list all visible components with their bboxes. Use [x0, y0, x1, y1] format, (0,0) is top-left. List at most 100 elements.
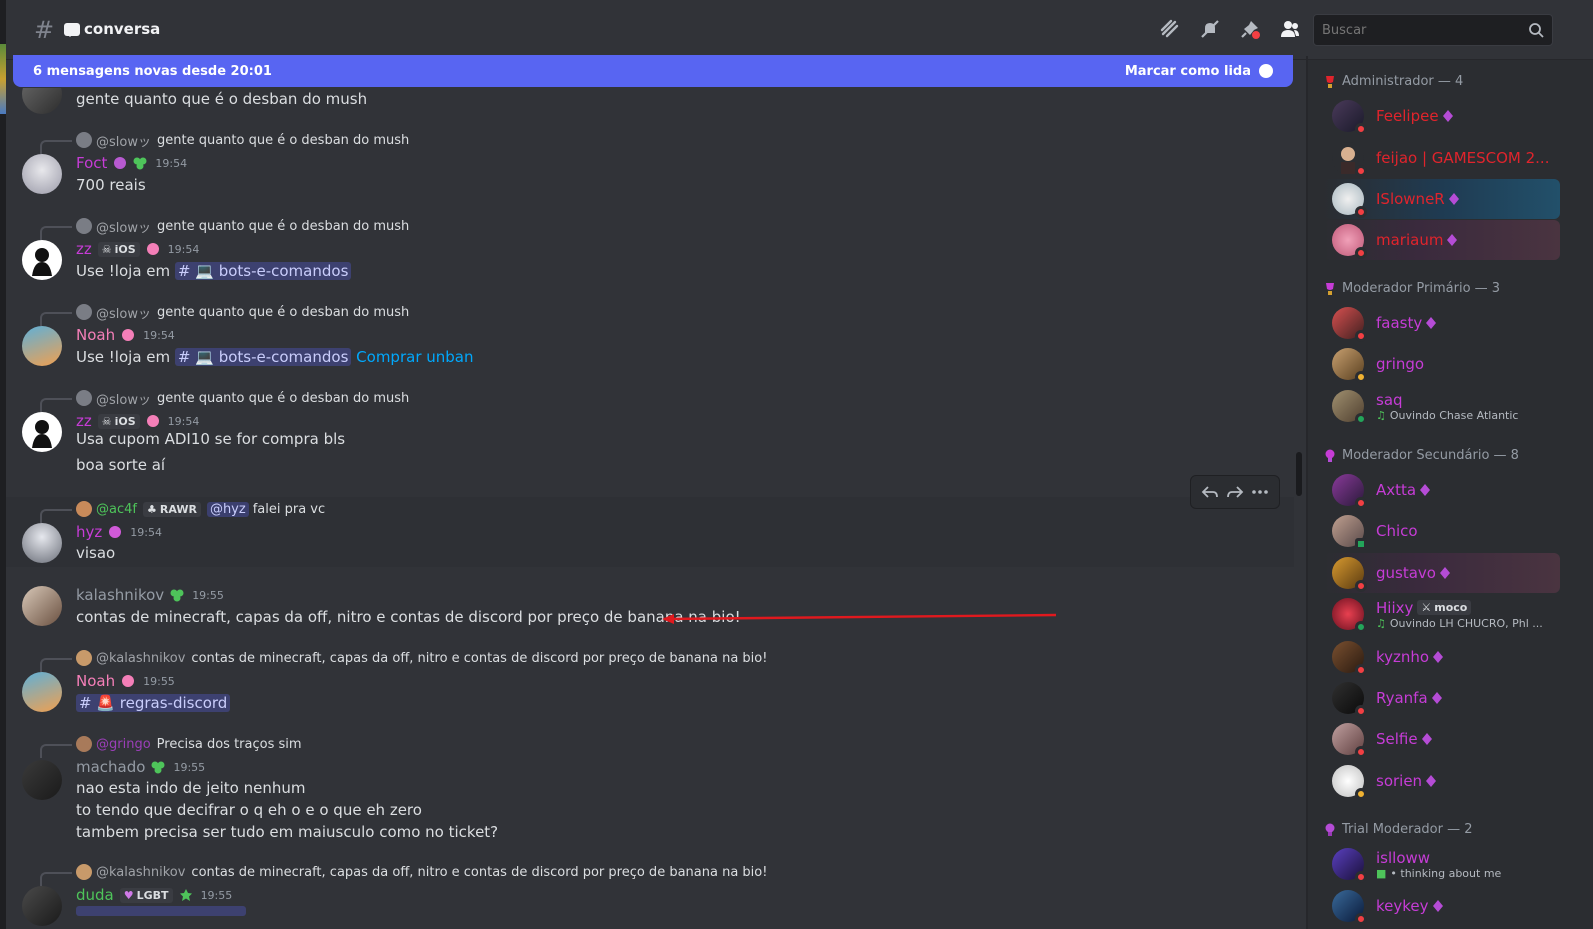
- user-tag: ⚔ moco: [1417, 600, 1472, 615]
- member-avatar: [1332, 100, 1367, 135]
- reply-username[interactable]: @slowッ: [96, 303, 151, 322]
- reply-username[interactable]: @slowッ: [96, 131, 151, 150]
- channel-mention[interactable]: # 💻 bots-e-comandos: [174, 262, 352, 280]
- member-hiixy[interactable]: Hiixy ⚔ moco ♫ Ouvindo LH CHUCRO, Phl ...: [1324, 594, 1560, 634]
- more-icon[interactable]: [1251, 483, 1269, 501]
- reply-username[interactable]: @gringo: [96, 737, 151, 752]
- member-avatar: [1332, 307, 1367, 342]
- username[interactable]: machado: [76, 758, 145, 776]
- reply-preview[interactable]: @gringo Precisa dos traços sim: [40, 734, 302, 758]
- gem-icon: [1426, 775, 1437, 787]
- username[interactable]: duda: [76, 886, 114, 904]
- member-gustavo[interactable]: gustavo: [1324, 553, 1560, 593]
- user-tag: ♣ RAWR: [142, 501, 201, 517]
- avatar[interactable]: [22, 412, 62, 452]
- member-ryanfa[interactable]: Ryanfa: [1324, 678, 1560, 718]
- avatar[interactable]: [22, 672, 62, 712]
- user-mention[interactable]: @hyz: [206, 501, 249, 517]
- trophy-icon: [1325, 823, 1335, 836]
- member-list[interactable]: Administrador — 4 Feelipee feijao | GAME…: [1308, 60, 1593, 929]
- channel-mention[interactable]: [76, 906, 246, 916]
- member-gringo[interactable]: gringo: [1324, 344, 1560, 384]
- mute-bell-icon[interactable]: [1199, 18, 1221, 40]
- scrollbar-thumb[interactable]: [1296, 452, 1302, 496]
- username[interactable]: Noah: [76, 672, 115, 690]
- message-list[interactable]: gente quanto que é o desban do mush @slo…: [6, 88, 1296, 929]
- new-messages-text: 6 mensagens novas desde 20:01: [33, 63, 272, 79]
- message-text: gente quanto que é o desban do mush: [76, 90, 368, 108]
- gem-icon: [1433, 651, 1444, 663]
- member-avatar: [1332, 723, 1367, 758]
- reply-username[interactable]: @kalashnikov: [96, 865, 185, 880]
- avatar[interactable]: [22, 886, 62, 926]
- member-islloww[interactable]: islloww ■ • thinking about me: [1324, 844, 1560, 884]
- pin-icon[interactable]: [1239, 18, 1261, 40]
- channel-hash-icon: #: [34, 16, 55, 44]
- avatar[interactable]: [22, 760, 62, 800]
- channel-header: # conversa: [6, 0, 1593, 60]
- avatar[interactable]: [22, 154, 62, 194]
- username[interactable]: zz: [76, 240, 92, 258]
- reply-preview[interactable]: @slowッ gente quanto que é o desban do mu…: [40, 302, 409, 326]
- reply-text: gente quanto que é o desban do mush: [156, 218, 410, 234]
- member-avatar: [1332, 765, 1367, 800]
- search-box[interactable]: [1313, 14, 1553, 46]
- reply-preview[interactable]: @slowッ gente quanto que é o desban do mu…: [40, 388, 409, 412]
- member-avatar: [1332, 515, 1367, 550]
- reply-preview[interactable]: @kalashnikov contas de minecraft, capas …: [40, 648, 767, 672]
- speech-bubble-icon: [64, 22, 80, 37]
- threads-icon[interactable]: [1159, 18, 1181, 40]
- member-keykey[interactable]: keykey: [1324, 886, 1560, 926]
- reply-icon[interactable]: [1201, 483, 1219, 501]
- avatar[interactable]: [22, 523, 62, 563]
- member-islowner[interactable]: ISlowneR: [1324, 179, 1560, 219]
- member-feijao[interactable]: feijao | GAMESCOM 2...: [1324, 138, 1560, 178]
- gem-icon: [1431, 692, 1442, 704]
- member-saq[interactable]: saq ♫ Ouvindo Chase Atlantic: [1324, 386, 1560, 426]
- member-sorien[interactable]: sorien: [1324, 761, 1560, 801]
- member-feelipee[interactable]: Feelipee: [1324, 96, 1560, 136]
- message-text: contas de minecraft, capas da off, nitro…: [76, 608, 741, 626]
- member-list-icon[interactable]: [1279, 18, 1301, 40]
- avatar[interactable]: [22, 240, 62, 280]
- channel-mention[interactable]: # 🚨 regras-discord: [76, 694, 231, 712]
- member-avatar: [1332, 224, 1367, 259]
- message-actions: [1190, 475, 1280, 509]
- message-text: visao: [76, 544, 116, 562]
- reply-preview[interactable]: @ac4f ♣ RAWR @hyz falei pra vc: [40, 499, 326, 523]
- skull-icon: ☠: [101, 414, 112, 428]
- member-faasty[interactable]: faasty: [1324, 303, 1560, 343]
- username[interactable]: hyz: [76, 523, 102, 541]
- mark-as-read-button[interactable]: Marcar como lida: [1125, 64, 1273, 79]
- member-chico[interactable]: Chico: [1324, 511, 1560, 551]
- avatar[interactable]: [22, 88, 62, 114]
- member-selfie[interactable]: Selfie: [1324, 719, 1560, 759]
- reply-username[interactable]: @slowッ: [96, 389, 151, 408]
- member-axtta[interactable]: Axtta: [1324, 470, 1560, 510]
- reply-preview[interactable]: @kalashnikov contas de minecraft, capas …: [40, 862, 767, 886]
- username[interactable]: Noah: [76, 326, 115, 344]
- channel-mention[interactable]: # 💻 bots-e-comandos: [174, 348, 352, 366]
- reply-preview[interactable]: @slowッ gente quanto que é o desban do mu…: [40, 216, 410, 240]
- member-avatar: [1332, 598, 1367, 633]
- timestamp: 19:54: [167, 414, 200, 428]
- member-mariaum[interactable]: mariaum: [1324, 220, 1560, 260]
- reply-username[interactable]: @kalashnikov: [96, 651, 185, 666]
- message-text: Usa cupom ADI10 se for compra bls: [76, 430, 346, 448]
- username[interactable]: Foct: [76, 154, 107, 172]
- avatar[interactable]: [22, 586, 62, 626]
- reply-text: Precisa dos traços sim: [156, 736, 302, 752]
- user-tag: ♥ LGBT: [119, 887, 173, 903]
- new-messages-bar[interactable]: 6 mensagens novas desde 20:01 Marcar com…: [13, 55, 1293, 87]
- reply-username[interactable]: @ac4f: [96, 502, 137, 517]
- flower-icon: [122, 675, 135, 687]
- forward-icon[interactable]: [1226, 483, 1244, 501]
- reply-username[interactable]: @slowッ: [96, 217, 151, 236]
- member-kyznho[interactable]: kyznho: [1324, 637, 1560, 677]
- avatar[interactable]: [22, 326, 62, 366]
- username[interactable]: kalashnikov: [76, 586, 164, 604]
- link[interactable]: Comprar unban: [356, 348, 473, 366]
- reply-text: falei pra vc: [252, 501, 326, 517]
- search-input[interactable]: [1314, 15, 1552, 45]
- reply-preview[interactable]: @slowッ gente quanto que é o desban do mu…: [40, 130, 409, 154]
